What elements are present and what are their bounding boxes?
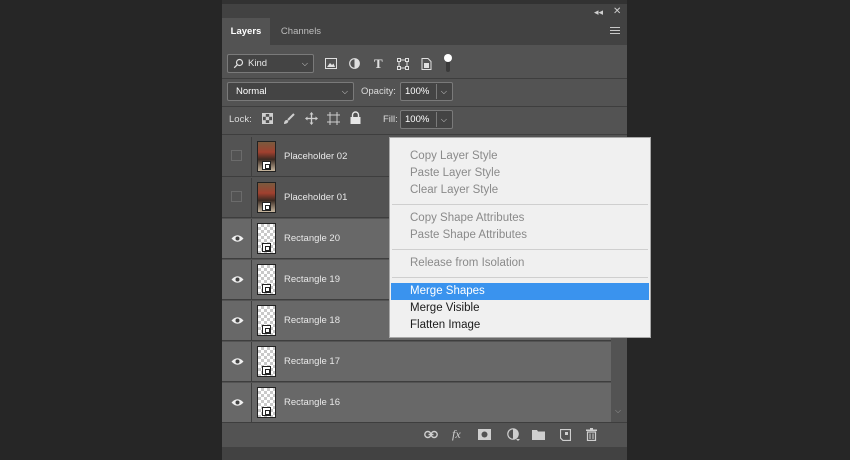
lock-pixels-icon[interactable] <box>283 113 295 125</box>
tab-layers[interactable]: Layers <box>222 18 270 45</box>
menu-item-release-from-isolation[interactable]: Release from Isolation <box>391 255 649 272</box>
lock-label: Lock: <box>229 114 252 125</box>
visibility-cell <box>222 260 252 299</box>
fill-label: Fill: <box>383 114 398 125</box>
layer-name[interactable]: Rectangle 19 <box>284 274 340 285</box>
eye-icon[interactable] <box>231 398 244 407</box>
add-mask-icon[interactable] <box>478 429 491 440</box>
blend-mode-value: Normal <box>236 86 267 97</box>
fill-field[interactable]: 100% ⌵ <box>400 110 453 129</box>
visibility-cell <box>222 219 252 258</box>
panel-tab-bar: Layers Channels <box>222 18 627 45</box>
image-filter-icon[interactable] <box>325 58 337 69</box>
visibility-cell <box>222 301 252 340</box>
opacity-label: Opacity: <box>361 86 396 97</box>
chevron-down-icon[interactable]: ⌵ <box>441 83 447 100</box>
menu-item-merge-shapes[interactable]: Merge Shapes <box>391 283 649 300</box>
shape-layer-badge-icon <box>262 243 271 252</box>
eye-icon[interactable] <box>231 316 244 325</box>
lock-all-icon[interactable] <box>350 111 361 124</box>
visibility-cell <box>222 178 252 217</box>
eye-icon[interactable] <box>231 357 244 366</box>
panel-footer-strip <box>222 447 627 460</box>
search-icon <box>233 58 244 69</box>
menu-divider <box>392 249 648 250</box>
new-adjustment-icon[interactable] <box>507 428 520 441</box>
layer-name[interactable]: Placeholder 02 <box>284 151 347 162</box>
layer-name[interactable]: Rectangle 18 <box>284 315 340 326</box>
shape-layer-badge-icon <box>262 366 271 375</box>
menu-item-clear-layer-style[interactable]: Clear Layer Style <box>391 182 649 199</box>
shape-layer-badge-icon <box>262 407 271 416</box>
kind-filter-label: Kind <box>248 58 268 69</box>
menu-item-paste-layer-style[interactable]: Paste Layer Style <box>391 165 649 182</box>
lock-artboard-icon[interactable] <box>327 112 340 125</box>
visibility-cell <box>222 383 252 422</box>
menu-item-copy-layer-style[interactable]: Copy Layer Style <box>391 148 649 165</box>
layer-name[interactable]: Placeholder 01 <box>284 192 347 203</box>
chevron-down-icon: ⌵ <box>341 87 348 96</box>
menu-divider <box>392 204 648 205</box>
opacity-field[interactable]: 100% ⌵ <box>400 82 453 101</box>
divider <box>222 106 627 107</box>
panel-menu-icon[interactable] <box>610 27 620 36</box>
layer-row[interactable]: Rectangle 17 <box>222 342 611 382</box>
eye-icon[interactable] <box>231 275 244 284</box>
chevron-down-icon[interactable]: ⌵ <box>441 111 447 128</box>
eye-icon[interactable] <box>231 234 244 243</box>
panel-title-strip: ◂◂ ✕ <box>222 0 627 18</box>
menu-item-copy-shape-attributes[interactable]: Copy Shape Attributes <box>391 210 649 227</box>
smart-object-filter-icon[interactable] <box>421 58 432 70</box>
menu-item-merge-visible[interactable]: Merge Visible <box>391 300 649 317</box>
divider <box>222 134 627 135</box>
chevron-down-icon: ⌵ <box>301 59 308 68</box>
adjustment-filter-icon[interactable] <box>349 58 360 69</box>
kind-filter-select[interactable]: Kind ⌵ <box>227 54 314 73</box>
layer-context-menu: Copy Layer Style Paste Layer Style Clear… <box>389 137 651 338</box>
visibility-toggle-off[interactable] <box>231 150 242 161</box>
blend-mode-select[interactable]: Normal ⌵ <box>227 82 354 101</box>
fx-icon[interactable]: fx <box>452 427 461 442</box>
layers-bottom-toolbar: fx <box>222 422 627 448</box>
filter-toggle-icon[interactable] <box>443 53 453 73</box>
shape-layer-badge-icon <box>262 325 271 334</box>
double-chevron-icon[interactable]: ◂◂ <box>594 7 603 18</box>
opacity-value: 100% <box>405 86 430 97</box>
link-layers-icon[interactable] <box>424 430 438 439</box>
smart-object-badge-icon <box>262 161 271 170</box>
tab-channels[interactable]: Channels <box>270 18 332 45</box>
close-icon[interactable]: ✕ <box>613 6 621 17</box>
shape-filter-icon[interactable] <box>397 58 409 70</box>
type-filter-icon[interactable]: T <box>374 56 383 72</box>
visibility-toggle-off[interactable] <box>231 191 242 202</box>
layer-name[interactable]: Rectangle 20 <box>284 233 340 244</box>
menu-item-paste-shape-attributes[interactable]: Paste Shape Attributes <box>391 227 649 244</box>
layer-name[interactable]: Rectangle 17 <box>284 356 340 367</box>
visibility-cell <box>222 342 252 381</box>
menu-item-flatten-image[interactable]: Flatten Image <box>391 317 649 334</box>
lock-transparency-icon[interactable] <box>262 113 273 124</box>
shape-layer-badge-icon <box>262 284 271 293</box>
new-group-icon[interactable] <box>532 429 545 440</box>
delete-layer-icon[interactable] <box>586 428 597 441</box>
smart-object-badge-icon <box>262 202 271 211</box>
layer-name[interactable]: Rectangle 16 <box>284 397 340 408</box>
menu-divider <box>392 277 648 278</box>
new-layer-icon[interactable] <box>560 429 571 441</box>
visibility-cell <box>222 137 252 176</box>
fill-value: 100% <box>405 114 430 125</box>
lock-position-icon[interactable] <box>305 112 318 125</box>
scroll-down-icon[interactable]: ⌵ <box>615 406 621 416</box>
divider <box>222 78 627 79</box>
layer-row[interactable]: Rectangle 16 <box>222 383 611 422</box>
